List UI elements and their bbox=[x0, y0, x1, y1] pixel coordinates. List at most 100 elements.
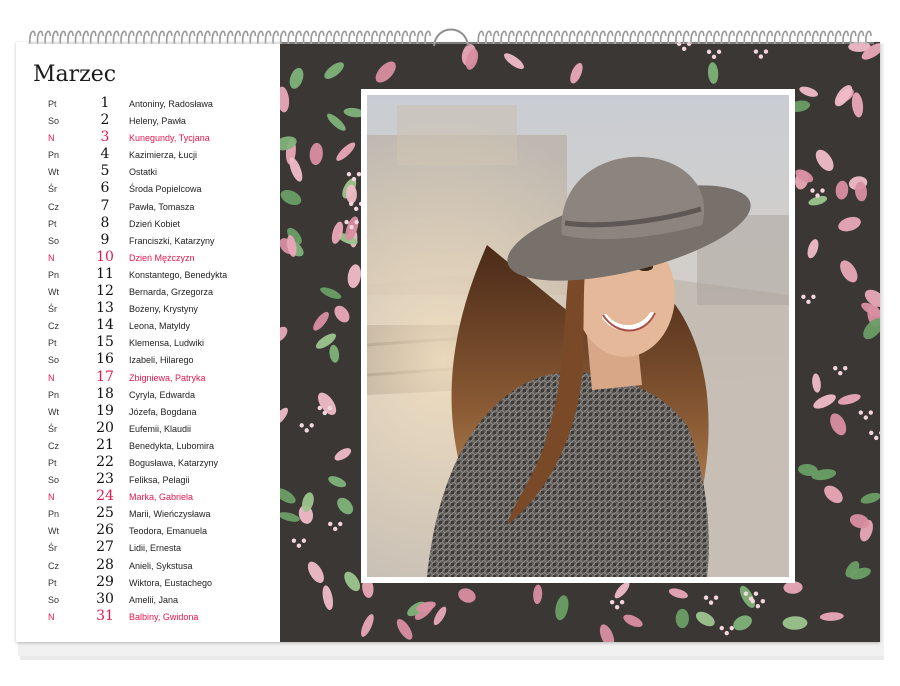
name-day-label: Zbigniewa, Patryka bbox=[129, 372, 206, 383]
day-number: 20 bbox=[96, 419, 114, 436]
name-day-label: Marka, Gabriela bbox=[129, 492, 194, 503]
day-number: 18 bbox=[96, 385, 114, 402]
day-row: Pt 22 Bogusława, Katarzyny bbox=[16, 453, 280, 472]
name-day-label: Konstantego, Benedykta bbox=[129, 269, 228, 280]
day-number: 23 bbox=[96, 471, 114, 488]
day-row: N 10 Dzień Mężczyzn bbox=[16, 248, 280, 267]
weekday-label: Pt bbox=[48, 457, 57, 468]
weekday-label: Śr bbox=[48, 423, 57, 434]
weekday-label: Pn bbox=[48, 150, 60, 161]
day-number: 12 bbox=[96, 283, 114, 300]
name-day-label: Antoniny, Radosława bbox=[129, 99, 213, 109]
day-row: Pn 4 Kazimierza, Łucji bbox=[16, 146, 280, 164]
day-row: Pt 1 Antoniny, Radosława bbox=[16, 95, 280, 113]
day-row: Wt 19 Józefa, Bogdana bbox=[16, 402, 280, 421]
name-day-label: Środa Popielcowa bbox=[129, 184, 202, 195]
weekday-label: N bbox=[48, 133, 55, 144]
name-day-label: Józefa, Bogdana bbox=[129, 406, 197, 417]
name-day-label: Dzień Mężczyzn bbox=[129, 252, 195, 263]
name-day-label: Bożeny, Krystyny bbox=[129, 304, 198, 315]
weekday-label: N bbox=[48, 492, 55, 503]
photo-panel bbox=[280, 42, 880, 642]
day-row: Pn 25 Marii, Wieńczysława bbox=[16, 505, 280, 523]
day-number: 9 bbox=[100, 231, 110, 248]
day-row: Śr 20 Eufemii, Klaudii bbox=[16, 419, 280, 438]
day-number: 13 bbox=[96, 300, 114, 317]
day-row: Śr 27 Lidii, Ernesta bbox=[16, 539, 280, 557]
day-row: Pn 11 Konstantego, Benedykta bbox=[16, 265, 280, 284]
weekday-label: Pt bbox=[48, 577, 57, 588]
day-number: 15 bbox=[96, 334, 114, 351]
name-day-label: Feliksa, Pelagii bbox=[129, 475, 190, 486]
weekday-label: So bbox=[48, 116, 60, 127]
day-number: 19 bbox=[96, 402, 114, 419]
name-day-label: Kazimierza, Łucji bbox=[129, 150, 198, 161]
day-row: Cz 7 Pawła, Tomasza bbox=[16, 198, 280, 216]
weekday-label: N bbox=[48, 611, 55, 622]
day-number: 2 bbox=[100, 112, 110, 129]
weekday-label: So bbox=[48, 355, 60, 366]
name-day-label: Franciszki, Katarzyny bbox=[129, 235, 215, 246]
name-day-label: Pawła, Tomasza bbox=[129, 201, 195, 212]
name-day-label: Heleny, Pawła bbox=[129, 116, 186, 127]
name-day-label: Wiktora, Eustachego bbox=[129, 577, 213, 588]
name-day-label: Kunegundy, Tycjana bbox=[129, 133, 210, 144]
day-row: N 24 Marka, Gabriela bbox=[16, 488, 280, 506]
weekday-label: Śr bbox=[48, 543, 57, 554]
weekday-label: So bbox=[48, 594, 60, 605]
weekday-label: N bbox=[48, 252, 55, 263]
day-number: 8 bbox=[100, 214, 110, 231]
weekday-label: Śr bbox=[48, 304, 57, 315]
day-number: 6 bbox=[100, 180, 110, 197]
day-row: Pt 15 Klemensa, Ludwiki bbox=[16, 334, 280, 352]
name-day-label: Eufemii, Klaudii bbox=[129, 423, 192, 434]
day-number: 21 bbox=[96, 436, 114, 453]
weekday-label: Wt bbox=[48, 526, 59, 537]
name-day-label: Klemensa, Ludwiki bbox=[129, 338, 205, 349]
day-row: Cz 14 Leona, Matyldy bbox=[16, 317, 280, 335]
day-row: So 2 Heleny, Pawła bbox=[16, 112, 280, 130]
weekday-label: Pn bbox=[48, 269, 60, 280]
weekday-label: Wt bbox=[48, 406, 59, 417]
calendar-day-list-panel: Marzec Pt 1 Antoniny, Radosława So 2 Heleny, … bbox=[16, 42, 280, 642]
day-row: Wt 26 Teodora, Emanuela bbox=[16, 522, 280, 540]
day-number: 31 bbox=[96, 607, 114, 624]
name-day-label: Ostatki bbox=[129, 167, 158, 178]
weekday-label: Pn bbox=[48, 389, 60, 400]
day-number: 22 bbox=[96, 453, 114, 470]
day-number: 30 bbox=[96, 590, 114, 607]
day-row: Wt 5 Ostatki bbox=[16, 163, 280, 181]
day-row: Cz 28 Anieli, Sykstusa bbox=[16, 557, 280, 575]
name-day-label: Bogusława, Katarzyny bbox=[129, 457, 219, 468]
day-number: 10 bbox=[96, 248, 114, 265]
name-day-label: Lidii, Ernesta bbox=[129, 543, 182, 554]
day-number: 5 bbox=[100, 163, 110, 180]
name-day-label: Amelii, Jana bbox=[129, 594, 179, 605]
name-day-label: Benedykta, Lubomira bbox=[129, 440, 215, 451]
day-number: 24 bbox=[96, 488, 114, 505]
day-rows: Pt 1 Antoniny, Radosława So 2 Heleny, Pawła N 3… bbox=[16, 95, 280, 626]
weekday-label: Wt bbox=[48, 167, 59, 178]
month-title: Marzec bbox=[33, 62, 117, 87]
weekday-label: Pt bbox=[48, 218, 57, 229]
day-row: Śr 13 Bożeny, Krystyny bbox=[16, 300, 280, 318]
day-number: 17 bbox=[96, 368, 114, 385]
day-row: Pn 18 Cyryla, Edwarda bbox=[16, 385, 280, 404]
wire-binding bbox=[28, 28, 874, 47]
day-row: Pt 29 Wiktora, Eustachego bbox=[16, 573, 280, 592]
weekday-label: Cz bbox=[48, 201, 59, 212]
name-day-label: Dzień Kobiet bbox=[129, 218, 181, 229]
name-day-label: Izabeli, Hilarego bbox=[129, 355, 194, 366]
weekday-label: So bbox=[48, 235, 60, 246]
day-row: Cz 21 Benedykta, Lubomira bbox=[16, 436, 280, 455]
name-day-label: Teodora, Emanuela bbox=[129, 526, 208, 537]
weekday-label: Wt bbox=[48, 287, 59, 298]
day-number: 14 bbox=[96, 317, 114, 334]
weekday-label: Pt bbox=[48, 338, 57, 349]
day-row: Pt 8 Dzień Kobiet bbox=[16, 214, 280, 233]
woman-in-hat-photo bbox=[367, 95, 789, 577]
day-number: 11 bbox=[96, 265, 114, 282]
day-row: N 31 Balbiny, Gwidona bbox=[16, 607, 280, 626]
name-day-label: Marii, Wieńczysława bbox=[129, 509, 211, 520]
day-number: 29 bbox=[96, 573, 114, 590]
